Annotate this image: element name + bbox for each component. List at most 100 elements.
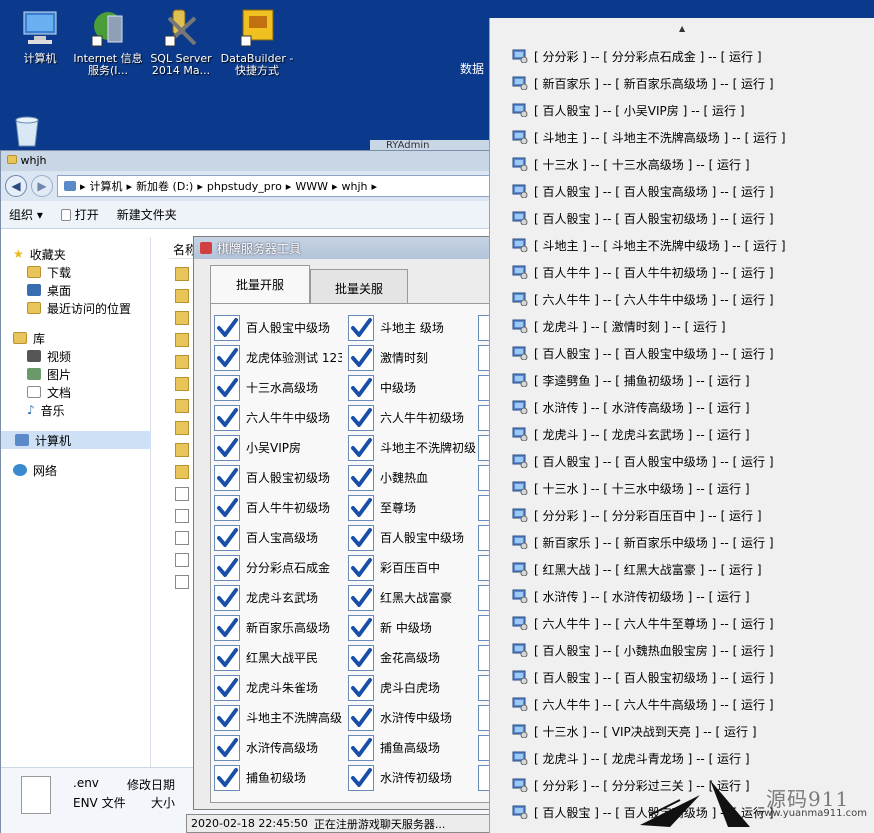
checkbox-checked-icon[interactable]: [348, 405, 374, 431]
desktop-databuilder-icon[interactable]: DataBuilder - 快捷方式: [217, 8, 297, 77]
nav-music[interactable]: ♪ 音乐: [13, 401, 150, 419]
checkbox-checked-icon[interactable]: [214, 735, 240, 761]
checkbox-checked-icon[interactable]: [348, 555, 374, 581]
tab-batch-stop[interactable]: 批量关服: [310, 269, 408, 305]
checkbox-checked-icon[interactable]: [214, 615, 240, 641]
server-checkbox-row[interactable]: 龙虎斗朱雀场: [214, 673, 344, 703]
desktop-iis-icon[interactable]: Internet 信息服务(I...: [68, 8, 148, 77]
checkbox-checked-icon[interactable]: [348, 765, 374, 791]
nav-library[interactable]: 库: [13, 329, 150, 347]
checkbox-checked-icon[interactable]: [214, 585, 240, 611]
breadcrumb-www[interactable]: WWW: [295, 180, 328, 193]
breadcrumb-phpstudy[interactable]: phpstudy_pro: [207, 180, 282, 193]
checkbox-checked-icon[interactable]: [214, 345, 240, 371]
breadcrumb-computer[interactable]: 计算机: [90, 178, 123, 194]
checkbox-checked-icon[interactable]: [348, 675, 374, 701]
checkbox-checked-icon[interactable]: [214, 375, 240, 401]
nav-pictures[interactable]: 图片: [13, 365, 150, 383]
forward-button[interactable]: ▶: [31, 175, 53, 197]
server-checkbox-row[interactable]: 金花高级场: [348, 643, 478, 673]
folder-icon[interactable]: [175, 421, 189, 435]
open-button[interactable]: 打开: [60, 206, 99, 223]
checkbox-checked-icon[interactable]: [348, 495, 374, 521]
server-checkbox-row[interactable]: 新 中级场: [348, 613, 478, 643]
server-checkbox-row[interactable]: 百人骰宝初级场: [214, 463, 344, 493]
nav-computer[interactable]: 计算机: [1, 431, 151, 449]
server-checkbox-row[interactable]: 分分彩点石成金: [214, 553, 344, 583]
checkbox-checked-icon[interactable]: [348, 345, 374, 371]
server-checkbox-row[interactable]: 捕鱼高级场: [348, 733, 478, 763]
checkbox-checked-icon[interactable]: [214, 645, 240, 671]
checkbox-checked-icon[interactable]: [348, 525, 374, 551]
nav-recent[interactable]: 最近访问的位置: [13, 299, 150, 317]
server-checkbox-row[interactable]: 斗地主不洗牌初级场: [348, 433, 478, 463]
server-checkbox-row[interactable]: 红黑大战平民: [214, 643, 344, 673]
checkbox-checked-icon[interactable]: [214, 495, 240, 521]
checkbox-checked-icon[interactable]: [214, 315, 240, 341]
checkbox-checked-icon[interactable]: [214, 765, 240, 791]
checkbox-checked-icon[interactable]: [214, 435, 240, 461]
server-checkbox-row[interactable]: 新百家乐高级场: [214, 613, 344, 643]
checkbox-checked-icon[interactable]: [348, 615, 374, 641]
checkbox-checked-icon[interactable]: [348, 735, 374, 761]
server-checkbox-row[interactable]: 水浒传高级场: [214, 733, 344, 763]
checkbox-checked-icon[interactable]: [348, 585, 374, 611]
server-checkbox-row[interactable]: 百人骰宝中级场: [348, 523, 478, 553]
server-checkbox-row[interactable]: 小吴VIP房: [214, 433, 344, 463]
tab-batch-start[interactable]: 批量开服: [210, 265, 310, 305]
server-checkbox-row[interactable]: 十三水高级场: [214, 373, 344, 403]
organize-button[interactable]: 组织 ▾: [9, 206, 43, 223]
checkbox-checked-icon[interactable]: [348, 375, 374, 401]
server-checkbox-row[interactable]: 虎斗白虎场: [348, 673, 478, 703]
server-checkbox-row[interactable]: 中级场: [348, 373, 478, 403]
server-checkbox-row[interactable]: 龙虎斗玄武场: [214, 583, 344, 613]
file-icon[interactable]: [175, 487, 189, 501]
file-icon[interactable]: [175, 509, 189, 523]
checkbox-checked-icon[interactable]: [348, 465, 374, 491]
server-checkbox-row[interactable]: 至尊场: [348, 493, 478, 523]
folder-icon[interactable]: [175, 355, 189, 369]
nav-favorites[interactable]: ★ 收藏夹: [13, 245, 150, 263]
server-checkbox-row[interactable]: 六人牛牛初级场: [348, 403, 478, 433]
server-checkbox-row[interactable]: 百人骰宝中级场: [214, 313, 344, 343]
folder-icon[interactable]: [175, 333, 189, 347]
server-checkbox-row[interactable]: 彩百压百中: [348, 553, 478, 583]
nav-video[interactable]: 视频: [13, 347, 150, 365]
checkbox-checked-icon[interactable]: [214, 705, 240, 731]
server-checkbox-row[interactable]: 龙虎体验测试 123456: [214, 343, 344, 373]
server-checkbox-row[interactable]: 百人牛牛初级场: [214, 493, 344, 523]
server-checkbox-row[interactable]: 百人宝高级场: [214, 523, 344, 553]
checkbox-checked-icon[interactable]: [214, 405, 240, 431]
file-icon[interactable]: [175, 575, 189, 589]
checkbox-checked-icon[interactable]: [348, 645, 374, 671]
back-button[interactable]: ◀: [5, 175, 27, 197]
desktop-sql-icon[interactable]: SQL Server 2014 Ma...: [141, 8, 221, 77]
folder-icon[interactable]: [175, 289, 189, 303]
checkbox-checked-icon[interactable]: [214, 555, 240, 581]
file-icon[interactable]: [175, 553, 189, 567]
checkbox-checked-icon[interactable]: [214, 465, 240, 491]
server-checkbox-row[interactable]: 六人牛牛中级场: [214, 403, 344, 433]
folder-icon[interactable]: [175, 311, 189, 325]
nav-desktop[interactable]: 桌面: [13, 281, 150, 299]
breadcrumb-drive[interactable]: 新加卷 (D:): [136, 178, 193, 194]
nav-network[interactable]: 网络: [13, 461, 150, 479]
nav-downloads[interactable]: 下载: [13, 263, 150, 281]
breadcrumb-whjh[interactable]: whjh: [342, 180, 368, 193]
server-checkbox-row[interactable]: 水浒传初级场: [348, 763, 478, 793]
server-checkbox-row[interactable]: 红黑大战富豪: [348, 583, 478, 613]
nav-documents[interactable]: 文档: [13, 383, 150, 401]
folder-icon[interactable]: [175, 267, 189, 281]
folder-icon[interactable]: [175, 465, 189, 479]
address-bar[interactable]: ▸ 计算机 ▸ 新加卷 (D:) ▸ phpstudy_pro ▸ WWW ▸ …: [57, 175, 495, 197]
scroll-up-icon[interactable]: ▲: [679, 24, 685, 33]
folder-icon[interactable]: [175, 377, 189, 391]
checkbox-checked-icon[interactable]: [214, 675, 240, 701]
server-checkbox-row[interactable]: 斗地主不洗牌高级场: [214, 703, 344, 733]
checkbox-checked-icon[interactable]: [214, 525, 240, 551]
folder-icon[interactable]: [175, 443, 189, 457]
new-folder-button[interactable]: 新建文件夹: [117, 206, 177, 223]
server-checkbox-row[interactable]: 斗地主 级场: [348, 313, 478, 343]
file-icon[interactable]: [175, 531, 189, 545]
folder-icon[interactable]: [175, 399, 189, 413]
